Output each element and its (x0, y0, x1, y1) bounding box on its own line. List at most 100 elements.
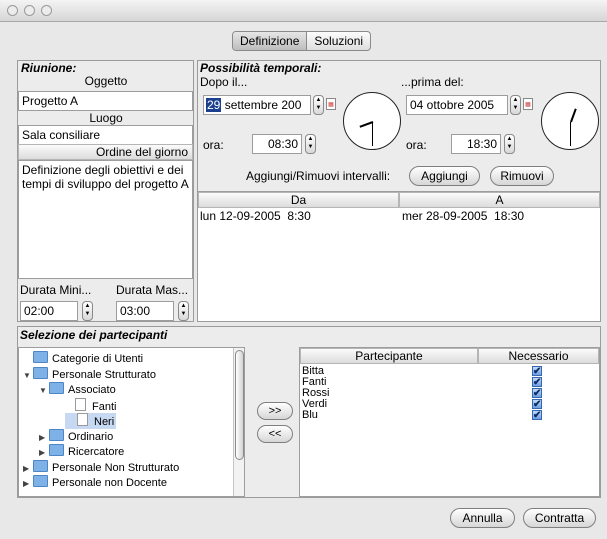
remove-partecipante-button[interactable]: << (257, 425, 293, 443)
disclosure-closed-icon[interactable]: ▶ (39, 431, 49, 445)
tree-item-label: Fanti (92, 400, 117, 413)
table-row[interactable]: Fanti ✔ (300, 376, 599, 388)
tree-scroll-thumb[interactable] (235, 350, 244, 460)
folder-icon (49, 382, 64, 394)
luogo-field[interactable]: Sala consiliare (18, 125, 193, 145)
folder-icon (33, 475, 48, 487)
necessario-checkbox[interactable]: ✔ (532, 388, 542, 399)
rimuovi-button[interactable]: Rimuovi (490, 166, 554, 186)
ordine-label: Ordine del giorno (18, 144, 193, 160)
prima-time-stepper[interactable]: ▲ ▼ (504, 134, 515, 154)
folder-icon (49, 428, 64, 441)
disclosure-open-icon[interactable]: ▼ (23, 369, 33, 383)
document-icon (77, 413, 88, 426)
intervalli-label: Aggiungi/Rimuovi intervalli: (246, 169, 391, 183)
possibilita-panel: Possibilità temporali: Dopo il... ...pri… (197, 60, 601, 322)
tree-item-label: Ordinario (68, 430, 114, 443)
dopo-calendar-icon[interactable]: ▦ (326, 98, 336, 110)
ordine-textarea[interactable]: Definizione degli obiettivi e dei tempi … (18, 160, 193, 279)
durata-min-label: Durata Mini... (20, 283, 92, 297)
table-row[interactable]: Verdi ✔ (300, 398, 599, 410)
durata-max-label: Durata Mas... (116, 283, 189, 297)
oggetto-field[interactable]: Progetto A (18, 91, 193, 111)
tree-item-label: Neri (94, 416, 115, 428)
tree-item[interactable]: Neri (65, 413, 117, 429)
tree-item-label: Personale non Docente (52, 477, 167, 489)
necessario-checkbox[interactable]: ✔ (532, 366, 542, 377)
window-titlebar (0, 0, 607, 22)
tree-item[interactable]: ▶ Ordinario (39, 428, 114, 445)
folder-icon (49, 444, 64, 456)
col-necessario-header[interactable]: Necessario (478, 348, 599, 364)
intervalli-table: Da A lun 12-09-2005 8:30 mer 28-09-2005 … (198, 191, 600, 321)
tree-scrollbar[interactable] (233, 348, 244, 496)
tree-item-label: Associato (68, 384, 116, 396)
contratta-button[interactable]: Contratta (523, 508, 596, 528)
oggetto-label: Oggetto (84, 74, 128, 88)
prima-ora-label: ora: (406, 138, 427, 152)
dopo-date-stepper[interactable]: ▲ ▼ (313, 95, 324, 115)
folder-icon (33, 366, 48, 379)
dopo-date-field[interactable]: 29 settembre 200 (203, 95, 311, 115)
possibilita-title: Possibilità temporali: (200, 61, 322, 75)
prima-date-field[interactable]: 04 ottobre 2005 (406, 95, 508, 115)
prima-clock-icon (541, 92, 599, 150)
prima-calendar-icon[interactable]: ▦ (523, 98, 533, 110)
dopo-ora-label: ora: (203, 138, 224, 152)
tree-item-label: Personale Non Strutturato (52, 461, 180, 474)
riunione-title: Riunione: (21, 61, 77, 75)
dopo-date-rest: settembre 200 (221, 98, 302, 112)
prima-date-stepper[interactable]: ▲ ▼ (510, 95, 521, 115)
disclosure-closed-icon[interactable]: ▶ (23, 477, 33, 491)
tree-item[interactable]: ▼ Associato (39, 382, 116, 398)
col-partecipante-header[interactable]: Partecipante (300, 348, 478, 364)
tree-item[interactable]: ▼ Personale Strutturato (23, 366, 156, 383)
table-row[interactable]: Bitta ✔ (300, 365, 599, 377)
partecipante-name: Blu (302, 409, 318, 421)
tree-item[interactable]: Categorie di Utenti (23, 351, 143, 366)
disclosure-closed-icon[interactable]: ▶ (23, 462, 33, 476)
table-row[interactable]: Rossi ✔ (300, 387, 599, 399)
table-row[interactable]: lun 12-09-2005 8:30 mer 28-09-2005 18:30 (198, 209, 600, 224)
minimize-window-icon[interactable] (24, 5, 35, 16)
annulla-button[interactable]: Annulla (450, 508, 515, 528)
tree-item[interactable]: ▶ Personale non Docente (23, 475, 167, 491)
close-window-icon[interactable] (7, 5, 18, 16)
dopo-date-day: 29 (206, 98, 222, 112)
durata-min-stepper[interactable]: ▲ ▼ (82, 301, 93, 321)
luogo-label: Luogo (89, 111, 123, 125)
disclosure-closed-icon[interactable]: ▶ (39, 446, 49, 460)
add-partecipante-button[interactable]: >> (257, 402, 293, 420)
folder-icon (33, 351, 48, 363)
necessario-checkbox[interactable]: ✔ (532, 399, 542, 410)
zoom-window-icon[interactable] (41, 5, 52, 16)
prima-time-field[interactable]: 18:30 (451, 134, 501, 154)
dopo-time-field[interactable]: 08:30 (252, 134, 302, 154)
tree-item[interactable]: ▶ Ricercatore (39, 444, 124, 460)
riunione-panel: Riunione: Oggetto Progetto A Luogo Sala … (17, 60, 194, 322)
disclosure-open-icon[interactable]: ▼ (39, 384, 49, 398)
tree-item-label: Categorie di Utenti (52, 353, 144, 365)
durata-min-field[interactable]: 02:00 (20, 301, 78, 321)
document-icon (75, 397, 86, 411)
col-da-header[interactable]: Da (198, 192, 399, 208)
aggiungi-button[interactable]: Aggiungi (409, 166, 480, 186)
partecipanti-table: Partecipante Necessario Bitta ✔ Fanti ✔ Ross… (299, 347, 600, 497)
durata-max-stepper[interactable]: ▲ ▼ (178, 301, 189, 321)
necessario-checkbox[interactable]: ✔ (532, 377, 542, 388)
dopo-label: Dopo il... (200, 75, 248, 89)
dopo-time-stepper[interactable]: ▲ ▼ (305, 134, 316, 154)
col-a-header[interactable]: A (399, 192, 600, 208)
necessario-checkbox[interactable]: ✔ (532, 410, 542, 421)
tab-definizione[interactable]: Definizione (233, 32, 307, 50)
partecipanti-title: Selezione dei partecipanti (20, 328, 168, 342)
tree-item[interactable]: ▶ Personale Non Strutturato (23, 459, 180, 476)
utenti-tree: Categorie di Utenti ▼ Personale Strutturat… (18, 347, 245, 497)
table-row[interactable]: Blu ✔ (300, 409, 599, 421)
dopo-clock-icon (343, 92, 401, 150)
durata-max-field[interactable]: 03:00 (116, 301, 174, 321)
cell-a: mer 28-09-2005 18:30 (402, 209, 525, 223)
partecipanti-panel: Selezione dei partecipanti Categorie di … (17, 326, 601, 498)
tab-soluzioni[interactable]: Soluzioni (306, 32, 370, 50)
tree-item[interactable]: Fanti (65, 397, 117, 414)
